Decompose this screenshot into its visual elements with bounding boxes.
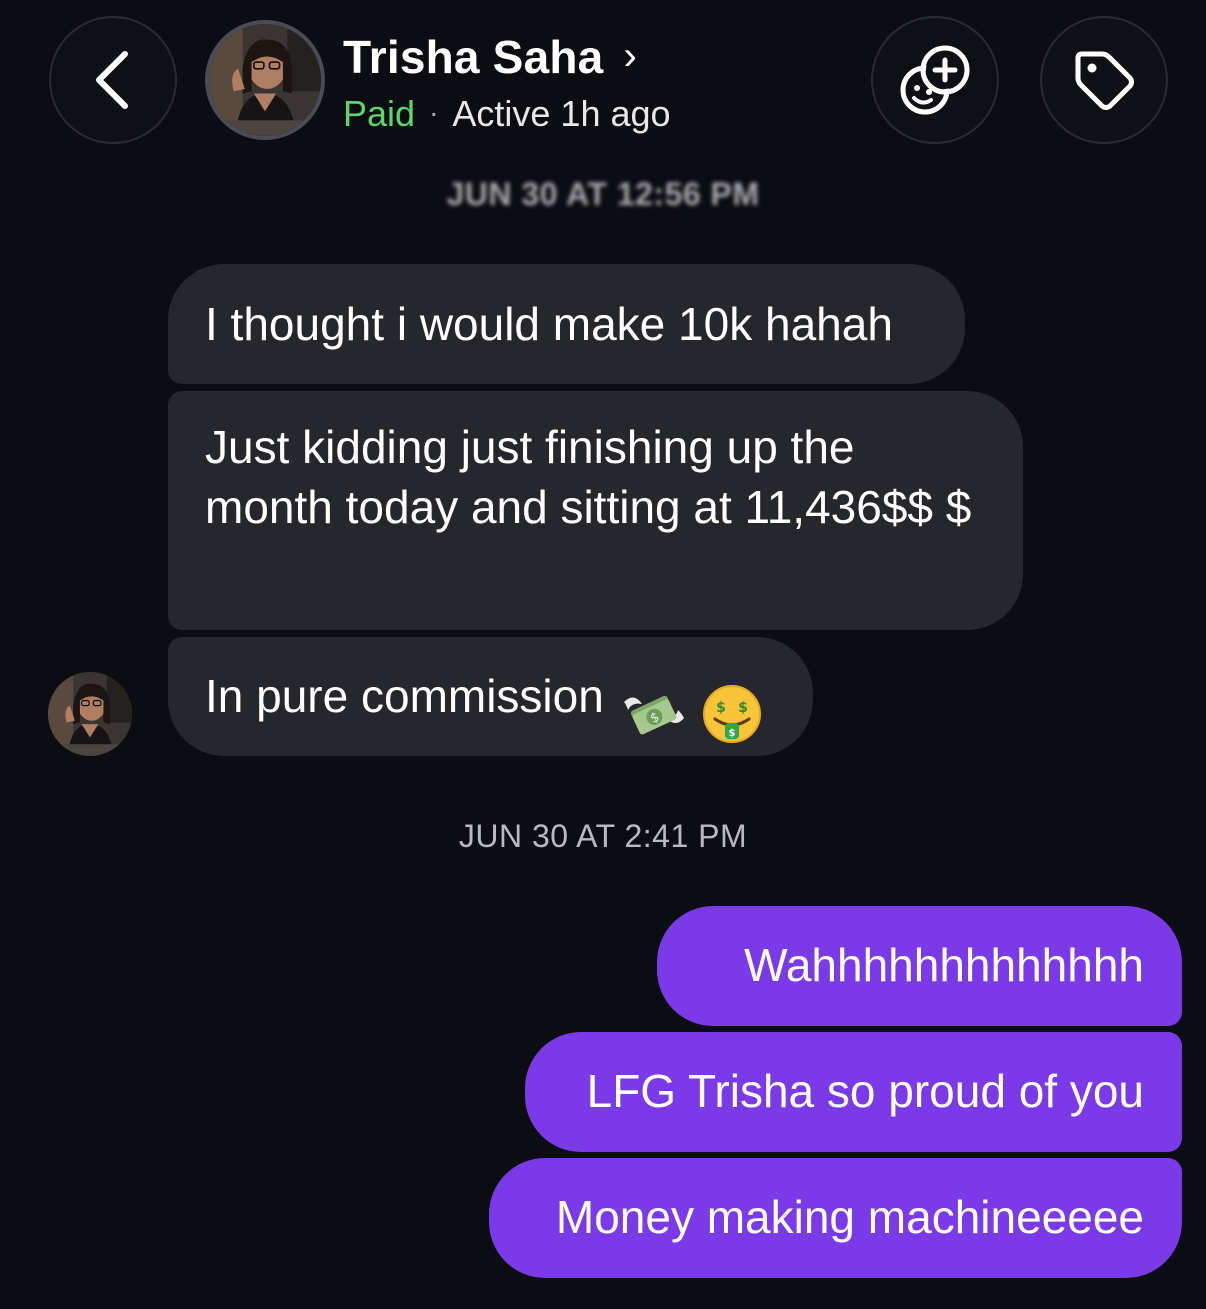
outgoing-message[interactable]: LFG Trisha so proud of you (525, 1032, 1182, 1152)
tag-icon (1075, 51, 1134, 110)
add-face-icon (900, 45, 970, 115)
chevron-right-icon: › (623, 34, 637, 78)
back-button[interactable] (49, 16, 177, 144)
effects-button[interactable] (871, 16, 999, 144)
message-timestamp: JUN 30 AT 12:56 PM (446, 176, 760, 212)
svg-text:$: $ (728, 728, 735, 739)
svg-text:$: $ (738, 700, 748, 716)
message-emojis: $ $ $ $ (620, 680, 763, 745)
money-mouth-face-icon: $ $ $ (702, 684, 761, 743)
contact-name-text: Trisha Saha (343, 31, 604, 83)
message-text: Just kidding just finishing up the month… (205, 421, 972, 533)
chat-screen: Trisha Saha › Paid · Active 1h ago JUN 3… (0, 0, 1206, 1309)
incoming-message[interactable]: I thought i would make 10k hahah (168, 264, 965, 384)
avatar-photo (209, 24, 321, 136)
chat-header: Trisha Saha › Paid · Active 1h ago (0, 0, 1206, 160)
contact-name[interactable]: Trisha Saha › (343, 30, 637, 84)
message-text: Money making machineeeee (555, 1191, 1144, 1243)
avatar-photo (48, 672, 132, 756)
activity-status: Active 1h ago (452, 93, 671, 134)
tag-button[interactable] (1040, 16, 1168, 144)
incoming-message[interactable]: In pure commission $ $ $ $ (168, 637, 813, 756)
paid-badge: Paid (343, 93, 416, 134)
chevron-left-icon (96, 51, 128, 109)
contact-status: Paid · Active 1h ago (343, 93, 671, 135)
status-separator: · (429, 97, 439, 128)
sender-avatar[interactable] (48, 672, 132, 756)
message-text: I thought i would make 10k hahah (205, 298, 893, 350)
outgoing-message[interactable]: Wahhhhhhhhhhhhh (657, 906, 1182, 1026)
money-with-wings-icon: $ (623, 695, 684, 735)
outgoing-message[interactable]: Money making machineeeee (489, 1158, 1182, 1278)
message-text: LFG Trisha so proud of you (586, 1065, 1144, 1117)
contact-avatar[interactable] (205, 20, 325, 140)
incoming-message[interactable]: Just kidding just finishing up the month… (168, 391, 1023, 630)
svg-text:$: $ (716, 700, 726, 716)
message-text: Wahhhhhhhhhhhhh (744, 939, 1144, 991)
message-text: In pure commission (205, 670, 604, 722)
message-timestamp: JUN 30 AT 2:41 PM (458, 818, 748, 854)
